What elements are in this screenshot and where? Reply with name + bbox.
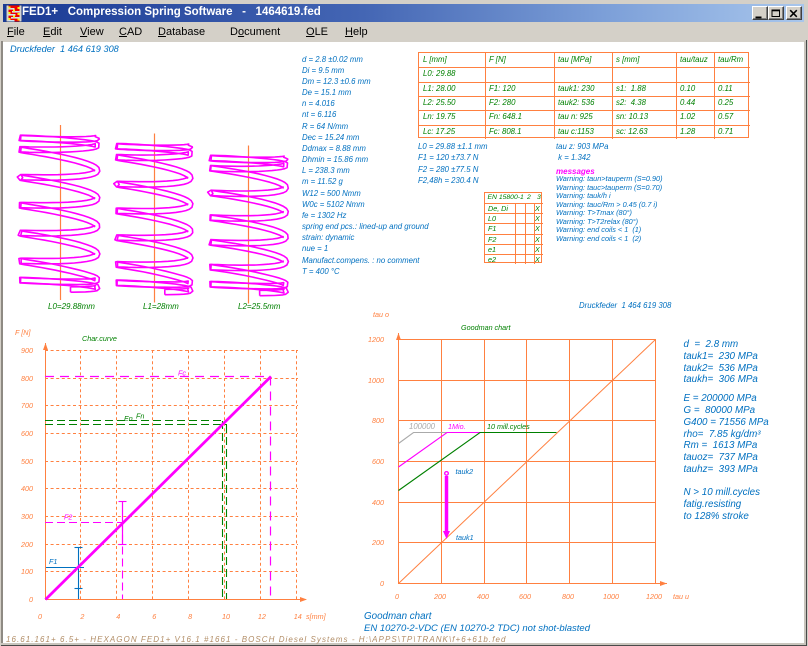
- svg-text:8: 8: [188, 612, 192, 621]
- svg-text:10 mill.cycles: 10 mill.cycles: [487, 422, 530, 431]
- svg-text:2: 2: [79, 612, 84, 621]
- svg-text:200: 200: [433, 592, 446, 601]
- svg-text:0: 0: [38, 612, 42, 621]
- svg-text:1000: 1000: [603, 592, 619, 601]
- svg-text:F [N]: F [N]: [15, 328, 31, 337]
- svg-text:800: 800: [21, 374, 33, 383]
- svg-text:Fn: Fn: [136, 412, 144, 421]
- svg-text:12: 12: [258, 612, 266, 621]
- svg-text:200: 200: [20, 540, 33, 549]
- svg-text:800: 800: [372, 416, 384, 425]
- svg-text:1200: 1200: [368, 335, 384, 344]
- svg-text:500: 500: [21, 457, 33, 466]
- svg-text:200: 200: [371, 538, 384, 547]
- svg-text:14: 14: [294, 612, 302, 621]
- svg-text:0: 0: [380, 579, 384, 588]
- svg-text:600: 600: [21, 429, 33, 438]
- svg-text:tau u: tau u: [673, 592, 689, 601]
- svg-text:0: 0: [29, 595, 33, 604]
- svg-text:100: 100: [21, 567, 33, 576]
- svg-text:4: 4: [116, 612, 120, 621]
- svg-text:600: 600: [372, 457, 384, 466]
- svg-text:1Mio.: 1Mio.: [448, 422, 466, 431]
- svg-text:1000: 1000: [368, 376, 384, 385]
- svg-text:10: 10: [222, 612, 230, 621]
- svg-text:700: 700: [21, 401, 33, 410]
- svg-text:Fc: Fc: [178, 369, 186, 378]
- svg-text:Goodman chart: Goodman chart: [461, 323, 512, 332]
- svg-text:1200: 1200: [646, 592, 662, 601]
- svg-text:tau o: tau o: [373, 310, 389, 319]
- svg-text:400: 400: [372, 498, 384, 507]
- svg-text:6: 6: [152, 612, 156, 621]
- svg-text:Char.curve: Char.curve: [82, 334, 117, 343]
- svg-text:F2: F2: [64, 513, 72, 522]
- svg-text:800: 800: [562, 592, 574, 601]
- svg-text:400: 400: [477, 592, 489, 601]
- svg-text:s[mm]: s[mm]: [306, 612, 327, 621]
- svg-text:100000: 100000: [409, 422, 436, 431]
- svg-text:En: En: [124, 414, 133, 423]
- svg-text:0: 0: [395, 592, 399, 601]
- svg-text:300: 300: [21, 512, 33, 521]
- svg-text:tauk1: tauk1: [456, 533, 474, 542]
- svg-text:900: 900: [21, 346, 33, 355]
- svg-text:400: 400: [21, 484, 33, 493]
- svg-text:600: 600: [519, 592, 531, 601]
- svg-text:F1: F1: [49, 557, 57, 566]
- svg-text:tauk2: tauk2: [456, 467, 474, 476]
